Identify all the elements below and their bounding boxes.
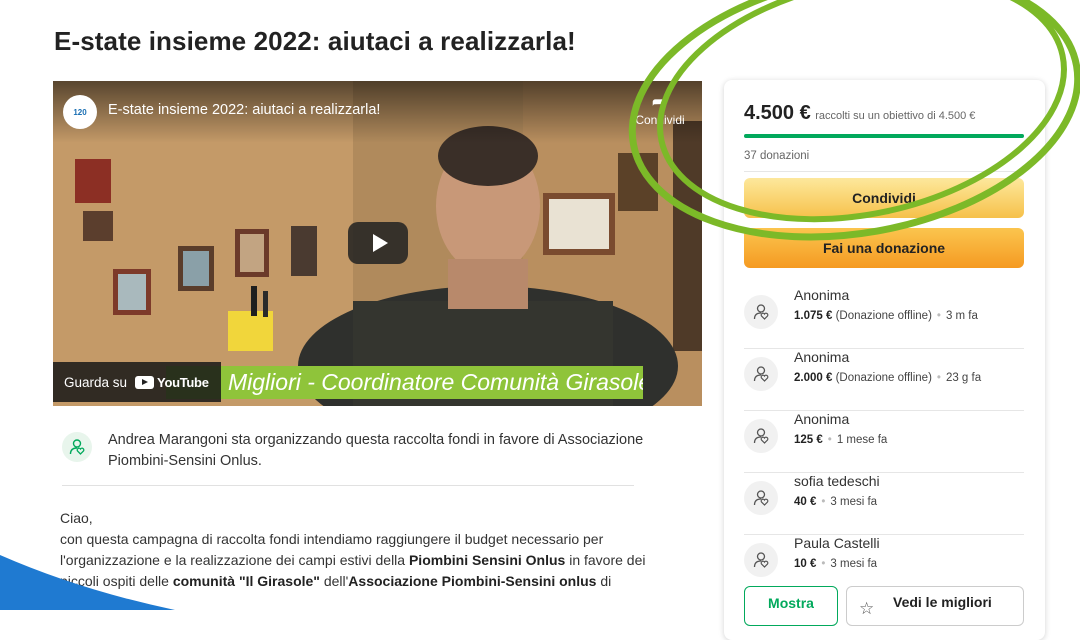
donor-time: 3 m fa xyxy=(945,310,978,322)
story-bold-org: Piombini Sensini Onlus xyxy=(408,552,566,568)
donate-button[interactable]: Fai una donazione xyxy=(744,228,1024,268)
donor-detail: 40 € • 3 mesi fa xyxy=(794,496,878,508)
story-bold-association: Associazione Piombini-Sensini onlus xyxy=(348,573,597,589)
story-bold-community: comunità "Il Girasole" xyxy=(172,573,320,589)
donor-time: 3 mesi fa xyxy=(830,496,878,508)
donor-amount: 2.000 € xyxy=(794,372,833,384)
donor-detail: 125 € • 1 mese fa xyxy=(794,434,888,446)
donor-avatar xyxy=(744,481,778,515)
watch-on-label: Guarda su xyxy=(64,374,128,390)
person-heart-icon xyxy=(752,303,770,321)
video-player[interactable]: 120 E-state insieme 2022: aiutaci a real… xyxy=(53,81,702,406)
progress-bar xyxy=(744,134,1024,138)
person-heart-icon xyxy=(752,365,770,383)
watch-on-youtube-button[interactable]: Guarda su YouTube xyxy=(53,362,221,402)
top-donations-label: Vedi le migliori xyxy=(893,594,992,610)
video-caption: Migliori - Coordinatore Comunità Girasol… xyxy=(166,366,643,399)
share-button[interactable]: Condividi xyxy=(744,178,1024,218)
video-share-label: Condividi xyxy=(635,113,685,127)
organizer-text: Andrea Marangoni sta organizzando questa… xyxy=(108,432,644,469)
channel-logo-text: 120 xyxy=(73,107,87,117)
donor-row: Anonima 2.000 € (Donazione offline) • 23 g … xyxy=(744,349,1024,411)
donor-row: sofia tedeschi 40 € • 3 mesi fa xyxy=(744,473,1024,535)
donor-name: Anonima xyxy=(794,287,850,303)
donor-detail: 1.075 € (Donazione offline) • 3 m fa xyxy=(794,310,978,322)
donation-card: 4.500 € raccolti su un obiettivo di 4.50… xyxy=(724,80,1045,640)
organizer-avatar xyxy=(62,432,92,462)
video-title[interactable]: E-state insieme 2022: aiutaci a realizza… xyxy=(108,102,380,118)
star-icon: ☆ xyxy=(859,599,875,618)
person-heart-icon xyxy=(69,439,85,455)
donor-amount: 40 € xyxy=(794,496,817,508)
divider xyxy=(62,485,634,486)
divider xyxy=(744,171,1024,172)
donor-note: (Donazione offline) xyxy=(835,310,932,322)
progress-fill xyxy=(744,134,1024,138)
donor-detail: 2.000 € (Donazione offline) • 23 g fa xyxy=(794,372,982,384)
donor-time: 3 mesi fa xyxy=(830,558,878,570)
story-paragraph: con questa campagna di raccolta fondi in… xyxy=(60,531,646,589)
play-icon xyxy=(372,234,388,252)
donor-row: Anonima 1.075 € (Donazione offline) • 3 m f… xyxy=(744,287,1024,349)
page-title: E-state insieme 2022: aiutaci a realizza… xyxy=(54,26,576,56)
donor-row: Anonima 125 € • 1 mese fa xyxy=(744,411,1024,473)
donor-amount: 125 € xyxy=(794,434,823,446)
goal-text: raccolti su un obiettivo di 4.500 € xyxy=(815,110,976,122)
donor-amount: 10 € xyxy=(794,558,817,570)
video-share-button[interactable]: ➦ Condividi xyxy=(632,91,688,127)
donor-detail: 10 € • 3 mesi fa xyxy=(794,558,878,570)
donor-time: 23 g fa xyxy=(945,372,982,384)
donor-note: (Donazione offline) xyxy=(835,372,932,384)
amount-raised-line: 4.500 € raccolti su un obiettivo di 4.50… xyxy=(744,102,975,125)
person-heart-icon xyxy=(752,551,770,569)
donor-amount: 1.075 € xyxy=(794,310,833,322)
story-greeting: Ciao, xyxy=(60,510,93,526)
person-heart-icon xyxy=(752,489,770,507)
donor-name: Paula Castelli xyxy=(794,535,880,551)
donor-avatar xyxy=(744,543,778,577)
donor-name: Anonima xyxy=(794,349,850,365)
donor-avatar xyxy=(744,295,778,329)
youtube-label: YouTube xyxy=(157,374,209,390)
top-donations-button[interactable]: ☆ Vedi le migliori xyxy=(846,586,1024,626)
share-icon: ➦ xyxy=(651,91,669,113)
channel-logo[interactable]: 120 xyxy=(63,95,97,129)
donor-avatar xyxy=(744,419,778,453)
donations-count: 37 donazioni xyxy=(744,150,810,162)
donor-name: sofia tedeschi xyxy=(794,473,880,489)
play-button[interactable] xyxy=(348,222,408,264)
donor-name: Anonima xyxy=(794,411,850,427)
show-all-button[interactable]: Mostra xyxy=(744,586,838,626)
youtube-icon: YouTube xyxy=(135,375,209,390)
donor-time: 1 mese fa xyxy=(836,434,888,446)
person-heart-icon xyxy=(752,427,770,445)
amount-raised: 4.500 € xyxy=(744,102,811,124)
donor-avatar xyxy=(744,357,778,391)
campaign-story: Ciao, con questa campagna di raccolta fo… xyxy=(60,508,660,592)
